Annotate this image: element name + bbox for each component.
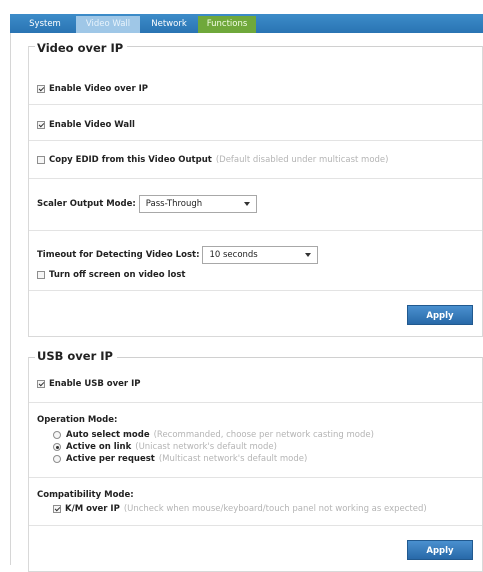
divider — [29, 178, 482, 179]
timeout-video-lost-label: Timeout for Detecting Video Lost: — [37, 250, 200, 260]
auto-select-mode-hint: (Recommanded, choose per network casting… — [153, 430, 374, 440]
auto-select-mode-label: Auto select mode — [66, 430, 150, 440]
km-over-ip-checkbox[interactable] — [53, 505, 61, 513]
tab-video-wall[interactable]: Video Wall — [76, 16, 140, 33]
divider — [29, 525, 482, 526]
turn-off-screen-checkbox[interactable] — [37, 271, 45, 279]
active-per-request-radio[interactable] — [53, 455, 61, 463]
divider — [29, 230, 482, 231]
timeout-video-lost-value: 10 seconds — [209, 250, 258, 260]
tab-network[interactable]: Network — [142, 16, 196, 33]
enable-video-over-ip-label: Enable Video over IP — [49, 84, 148, 94]
km-over-ip-label: K/M over IP — [65, 504, 120, 514]
active-on-link-radio[interactable] — [53, 443, 61, 451]
enable-video-wall-label: Enable Video Wall — [49, 120, 135, 130]
enable-usb-over-ip-row: Enable USB over IP — [37, 379, 140, 389]
chevron-down-icon — [305, 253, 312, 257]
divider — [29, 477, 482, 478]
compatibility-mode-heading-row: Compatibility Mode: — [37, 490, 134, 500]
scaler-output-mode-value: Pass-Through — [145, 199, 203, 209]
usb-over-ip-legend: USB over IP — [35, 349, 117, 363]
operation-mode-heading: Operation Mode: — [37, 415, 118, 425]
tab-bar: System Video Wall Network Functions — [10, 14, 483, 33]
km-over-ip-row: K/M over IP (Uncheck when mouse/keyboard… — [53, 504, 427, 514]
operation-mode-option: Active per request (Multicast network's … — [53, 454, 307, 464]
divider — [29, 104, 482, 105]
divider — [29, 402, 482, 403]
enable-video-wall-row: Enable Video Wall — [37, 120, 135, 130]
operation-mode-option: Auto select mode (Recommanded, choose pe… — [53, 430, 374, 440]
copy-edid-checkbox[interactable] — [37, 156, 45, 164]
timeout-video-lost-row: Timeout for Detecting Video Lost: 10 sec… — [37, 246, 319, 264]
enable-video-over-ip-row: Enable Video over IP — [37, 84, 148, 94]
left-border-line — [10, 33, 11, 565]
video-over-ip-legend: Video over IP — [35, 41, 128, 55]
chevron-down-icon — [243, 202, 250, 206]
tab-system[interactable]: System — [16, 16, 74, 33]
compatibility-mode-heading: Compatibility Mode: — [37, 490, 134, 500]
video-apply-button[interactable]: Apply — [407, 305, 473, 325]
active-per-request-hint: (Multicast network's default mode) — [158, 454, 308, 464]
km-over-ip-hint: (Uncheck when mouse/keyboard/touch panel… — [123, 504, 427, 514]
timeout-video-lost-select[interactable]: 10 seconds — [202, 246, 319, 264]
copy-edid-row: Copy EDID from this Video Output (Defaul… — [37, 155, 388, 165]
copy-edid-hint: (Default disabled under multicast mode) — [215, 155, 389, 165]
tab-functions[interactable]: Functions — [198, 16, 256, 33]
enable-video-wall-checkbox[interactable] — [37, 121, 45, 129]
divider — [29, 290, 482, 291]
copy-edid-label: Copy EDID from this Video Output — [49, 155, 212, 165]
auto-select-mode-radio[interactable] — [53, 431, 61, 439]
active-on-link-hint: (Unicast network's default mode) — [135, 442, 277, 452]
operation-mode-heading-row: Operation Mode: — [37, 415, 117, 425]
divider — [29, 140, 482, 141]
operation-mode-option: Active on link (Unicast network's defaul… — [53, 442, 277, 452]
scaler-output-mode-row: Scaler Output Mode: Pass-Through — [37, 195, 257, 213]
scaler-output-mode-label: Scaler Output Mode: — [37, 199, 136, 209]
enable-video-over-ip-checkbox[interactable] — [37, 85, 45, 93]
enable-usb-over-ip-label: Enable USB over IP — [49, 379, 141, 389]
scaler-output-mode-select[interactable]: Pass-Through — [138, 195, 257, 213]
usb-apply-button[interactable]: Apply — [407, 540, 473, 560]
turn-off-screen-label: Turn off screen on video lost — [49, 270, 186, 280]
active-on-link-label: Active on link — [66, 442, 132, 452]
turn-off-screen-row: Turn off screen on video lost — [37, 270, 185, 280]
active-per-request-label: Active per request — [66, 454, 155, 464]
enable-usb-over-ip-checkbox[interactable] — [37, 380, 45, 388]
